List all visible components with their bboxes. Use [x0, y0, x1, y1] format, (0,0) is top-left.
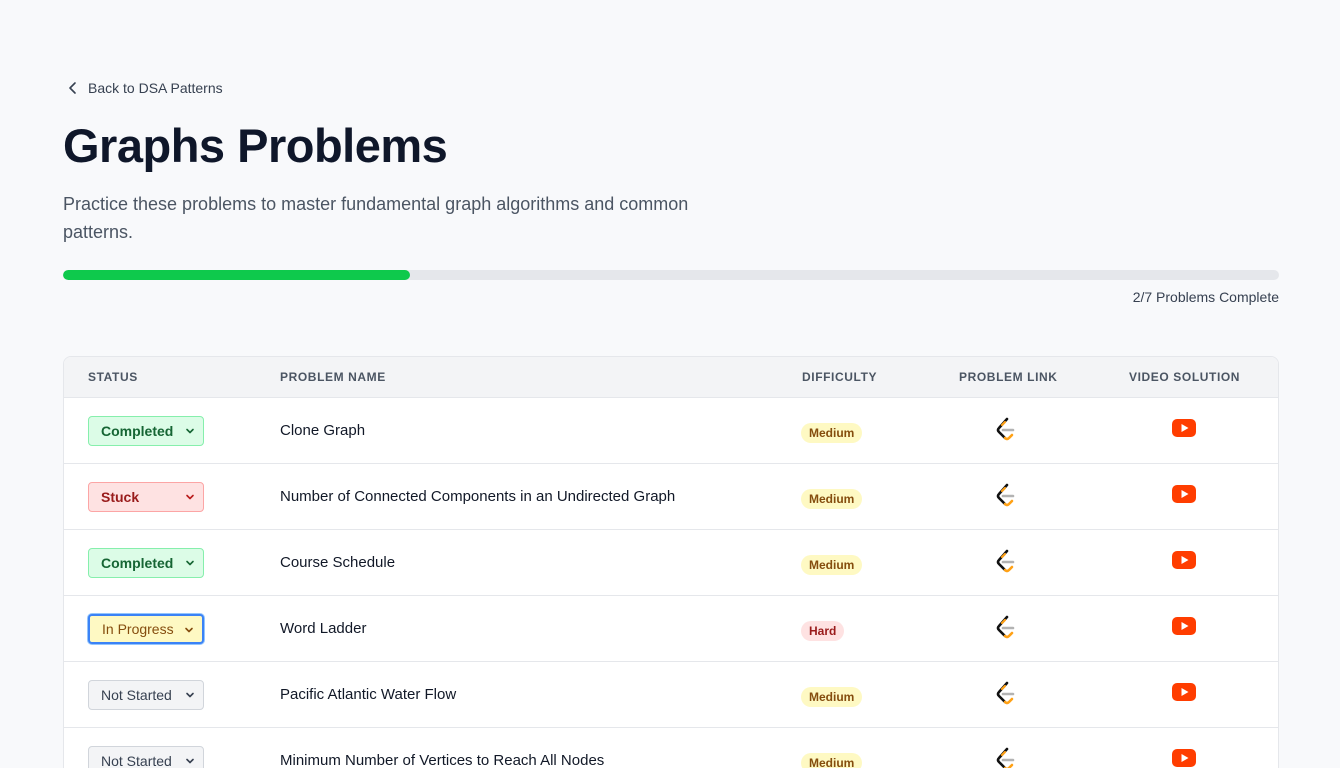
page-subtitle: Practice these problems to master fundam…: [63, 194, 689, 242]
column-header-problem-name: Problem Name: [280, 370, 386, 384]
problem-name: Clone Graph: [280, 422, 366, 439]
status-select[interactable]: Completed: [88, 416, 204, 446]
leetcode-icon[interactable]: [994, 549, 1018, 575]
difficulty-badge: Medium: [801, 687, 863, 707]
status-value: Stuck: [101, 489, 140, 505]
chevron-down-icon: [186, 692, 194, 698]
problem-name: Pacific Atlantic Water Flow: [280, 686, 457, 703]
difficulty-badge: Medium: [801, 753, 863, 768]
youtube-icon[interactable]: [1172, 485, 1196, 503]
chevron-down-icon: [186, 560, 194, 566]
status-value: Completed: [101, 555, 174, 571]
status-value: Completed: [101, 423, 174, 439]
progress-label: 2/7 Problems Complete: [1132, 289, 1279, 305]
problem-name: Minimum Number of Vertices to Reach All …: [280, 752, 605, 768]
status-select[interactable]: Stuck: [88, 482, 204, 512]
chevron-left-icon: [69, 82, 76, 94]
youtube-icon[interactable]: [1172, 617, 1196, 635]
status-value: Not Started: [101, 687, 172, 703]
difficulty-badge: Medium: [801, 423, 863, 443]
table-body: Completed Clone Graph Medium Stuck Numbe…: [64, 398, 1278, 768]
status-select[interactable]: In Progress: [88, 614, 204, 644]
leetcode-icon[interactable]: [994, 417, 1018, 443]
table-row: Not Started Pacific Atlantic Water Flow …: [64, 662, 1278, 728]
status-select[interactable]: Not Started: [88, 746, 204, 768]
status-value: Not Started: [101, 753, 172, 768]
youtube-icon[interactable]: [1172, 551, 1196, 569]
difficulty-badge: Medium: [801, 555, 863, 575]
status-value: In Progress: [102, 621, 174, 637]
table-row: Not Started Minimum Number of Vertices t…: [64, 728, 1278, 768]
difficulty-badge: Medium: [801, 489, 863, 509]
back-link[interactable]: Back to DSA Patterns: [66, 78, 223, 98]
chevron-down-icon: [186, 494, 194, 500]
status-select[interactable]: Not Started: [88, 680, 204, 710]
youtube-icon[interactable]: [1172, 683, 1196, 701]
progress-fill: [63, 270, 411, 280]
problem-name: Number of Connected Components in an Und…: [280, 488, 676, 505]
table-row: Completed Course Schedule Medium: [64, 530, 1278, 596]
table-row: Stuck Number of Connected Components in …: [64, 464, 1278, 530]
page-title: Graphs Problems: [63, 119, 448, 172]
problem-name: Word Ladder: [280, 620, 367, 637]
column-header-status: Status: [88, 370, 138, 384]
problems-table: Status Problem Name Difficulty Problem L…: [63, 356, 1279, 768]
leetcode-icon[interactable]: [994, 681, 1018, 707]
table-row: In Progress Word Ladder Hard: [64, 596, 1278, 662]
progress-bar: [63, 270, 1279, 280]
youtube-icon[interactable]: [1172, 749, 1196, 767]
leetcode-icon[interactable]: [994, 483, 1018, 509]
problem-name: Course Schedule: [280, 554, 396, 571]
leetcode-icon[interactable]: [994, 615, 1018, 641]
table-row: Completed Clone Graph Medium: [64, 398, 1278, 464]
difficulty-badge: Hard: [801, 621, 845, 641]
chevron-down-icon: [186, 758, 194, 764]
chevron-down-icon: [186, 428, 194, 434]
table-header: Status Problem Name Difficulty Problem L…: [64, 357, 1278, 398]
column-header-problem-link: Problem Link: [959, 370, 1058, 384]
youtube-icon[interactable]: [1172, 419, 1196, 437]
chevron-down-icon: [185, 627, 193, 633]
column-header-video-solution: Video Solution: [1129, 370, 1241, 384]
back-link-label: Back to DSA Patterns: [88, 80, 223, 96]
column-header-difficulty: Difficulty: [802, 370, 878, 384]
leetcode-icon[interactable]: [994, 747, 1018, 768]
status-select[interactable]: Completed: [88, 548, 204, 578]
